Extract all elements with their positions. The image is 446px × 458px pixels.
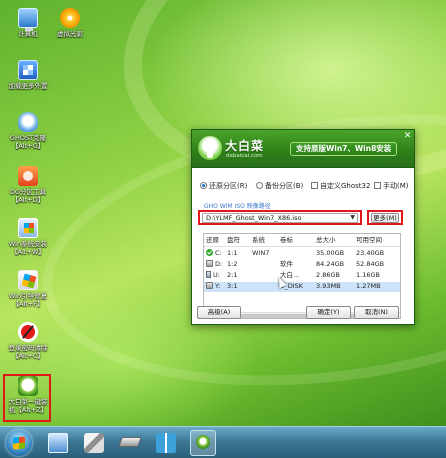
dabaicai-task-icon[interactable] [190, 430, 216, 456]
desktop-icon-label: 登录密码清除 【Alt+C】 [8, 344, 48, 360]
windows-setup-icon [18, 218, 38, 238]
desktop: 计算机 虚拟光驱 加载更多外置 GHOST克隆 【Alt+G】 DG分区工具 【… [0, 0, 446, 426]
free-space: 23.40GB [356, 249, 385, 257]
column-header: 卷标 [280, 236, 293, 244]
desktop-icon-boot-repair[interactable]: Win引导修复 【Alt+F】 [4, 270, 52, 308]
desktop-icon-label: 虚拟光驱 [57, 30, 83, 38]
column-header: 还原 [206, 236, 219, 244]
desktop-icon-label: DG分区工具 【Alt+D】 [9, 188, 47, 204]
hard-drive-icon [206, 281, 213, 289]
partition-number: 1:2 [227, 260, 238, 268]
desktop-icon-windows-setup[interactable]: Win系统安装 【Alt+W】 [4, 218, 52, 256]
partition-number: 1:1 [227, 249, 238, 257]
cancel-button[interactable]: 取消(N) [354, 306, 399, 319]
desktop-icon-label: Win引导修复 【Alt+F】 [8, 292, 48, 308]
free-space: 1.27MB [356, 282, 381, 290]
installer-icon-highlight [3, 374, 51, 422]
drive-cell: D: [206, 259, 222, 269]
volume-label: 软件 [280, 260, 293, 268]
total-size: 2.86GB [316, 271, 340, 279]
desktop-icon-ghost[interactable]: GHOST克隆 【Alt+G】 [4, 112, 52, 150]
column-header: 可用空间 [356, 236, 382, 244]
image-path-highlight: D:\YLMF_Ghost_Win7_X86.iso ▼ [198, 210, 362, 225]
start-button[interactable] [6, 430, 32, 456]
brand-name: 大白菜 [225, 139, 265, 153]
partition-number: 3:1 [227, 282, 238, 290]
computer-icon [18, 8, 38, 31]
desktop-icon-diskgenius[interactable]: DG分区工具 【Alt+D】 [4, 166, 52, 204]
desktop-icon-label: GHOST克隆 【Alt+G】 [9, 134, 47, 150]
taskbar [0, 426, 446, 458]
close-icon[interactable]: ✕ [403, 132, 412, 141]
more-button-highlight: 更多(M) [367, 210, 403, 225]
table-row[interactable]: U: 2:1 大白... 2.86GB 1.16GB [204, 270, 400, 281]
total-size: 84.24GB [316, 260, 345, 268]
checkbox-icon [311, 181, 318, 189]
total-size: 35.00GB [316, 249, 345, 257]
drive-cell: U: [206, 270, 220, 280]
ghost-icon [18, 112, 38, 132]
screen-app-icon[interactable] [48, 433, 68, 453]
desktop-icon-label: 加载更多外置 [8, 82, 48, 90]
more-button[interactable]: 更多(M) [371, 213, 399, 223]
custom-ghost-checkbox[interactable]: 自定义Ghost32 [311, 181, 370, 191]
system-cell: WIN7 [252, 249, 270, 257]
checkbox-icon [374, 181, 381, 189]
tools-app-icon[interactable] [84, 433, 104, 453]
image-path-select[interactable]: D:\YLMF_Ghost_Win7_X86.iso ▼ [202, 213, 358, 223]
drive-cell: C: [206, 248, 222, 258]
ok-button[interactable]: 确定(Y) [306, 306, 351, 319]
brand-url: dabaicai.com [226, 153, 263, 159]
selected-drive-icon [206, 248, 213, 256]
desktop-icon-label: 计算机 [18, 30, 38, 38]
desktop-icon-password-clear[interactable]: 登录密码清除 【Alt+C】 [4, 322, 52, 360]
load-more-icon [18, 60, 38, 80]
table-row[interactable]: C: 1:1 WIN7 35.00GB 23.40GB [204, 248, 400, 259]
mode-options: 还原分区(R) 备份分区(B) 自定义Ghost32 手动(M) [200, 181, 410, 191]
desktop-icon-load-more[interactable]: 加载更多外置 [4, 60, 52, 90]
desktop-icon-label: Win系统安装 【Alt+W】 [8, 240, 48, 256]
boot-repair-icon [18, 270, 38, 290]
desktop-icon-virtual-cd[interactable]: 虚拟光驱 [46, 8, 94, 38]
usb-drive-icon [206, 270, 211, 278]
dialog-header: 大白菜 dabaicai.com 支持原版Win7、Win8安装 ✕ [192, 130, 414, 168]
backup-option-label: 备份分区(B) [265, 182, 304, 190]
cabbage-logo-icon [198, 136, 222, 160]
hard-drive-icon [206, 259, 213, 267]
password-clear-icon [18, 322, 38, 342]
table-row[interactable]: Y: 3:1 V_DISK 3.93MB 1.27MB [204, 281, 400, 292]
tagline-banner: 支持原版Win7、Win8安装 [290, 142, 398, 156]
free-space: 52.84GB [356, 260, 385, 268]
total-size: 3.93MB [316, 282, 341, 290]
restore-option-label: 还原分区(R) [209, 182, 248, 190]
column-header: 总大小 [316, 236, 336, 244]
virtual-cd-icon [60, 8, 80, 28]
free-space: 1.16GB [356, 271, 380, 279]
manual-label: 手动(M) [383, 182, 409, 190]
restore-option[interactable]: 还原分区(R) [200, 181, 247, 191]
dropdown-arrow-icon[interactable]: ▼ [350, 214, 355, 222]
diskgenius-icon [18, 166, 38, 186]
drive-app-icon[interactable] [118, 437, 142, 447]
column-header: 盘符 [227, 236, 240, 244]
partition-number: 2:1 [227, 271, 238, 279]
table-row[interactable]: D: 1:2 软件 84.24GB 52.84GB [204, 259, 400, 270]
advanced-button[interactable]: 高级(A) [197, 306, 241, 319]
backup-option[interactable]: 备份分区(B) [256, 181, 303, 191]
dialog-body: 还原分区(R) 备份分区(B) 自定义Ghost32 手动(M) GHO WIM… [192, 169, 414, 324]
image-path-value: D:\YLMF_Ghost_Win7_X86.iso [206, 214, 302, 222]
desktop-icon-computer[interactable]: 计算机 [4, 8, 52, 38]
custom-ghost-label: 自定义Ghost32 [320, 182, 371, 190]
book-app-icon[interactable] [156, 433, 176, 453]
dabaicai-installer-dialog: 大白菜 dabaicai.com 支持原版Win7、Win8安装 ✕ 还原分区(… [191, 129, 415, 325]
radio-icon [256, 181, 263, 189]
column-header: 系统 [252, 236, 265, 244]
table-header: 还原 盘符 系统 卷标 总大小 可用空间 [204, 234, 400, 247]
image-path-label: GHO WIM ISO 映像路径 [204, 203, 271, 210]
drive-cell: Y: [206, 281, 220, 291]
radio-selected-icon [200, 181, 207, 189]
manual-checkbox[interactable]: 手动(M) [374, 181, 409, 191]
